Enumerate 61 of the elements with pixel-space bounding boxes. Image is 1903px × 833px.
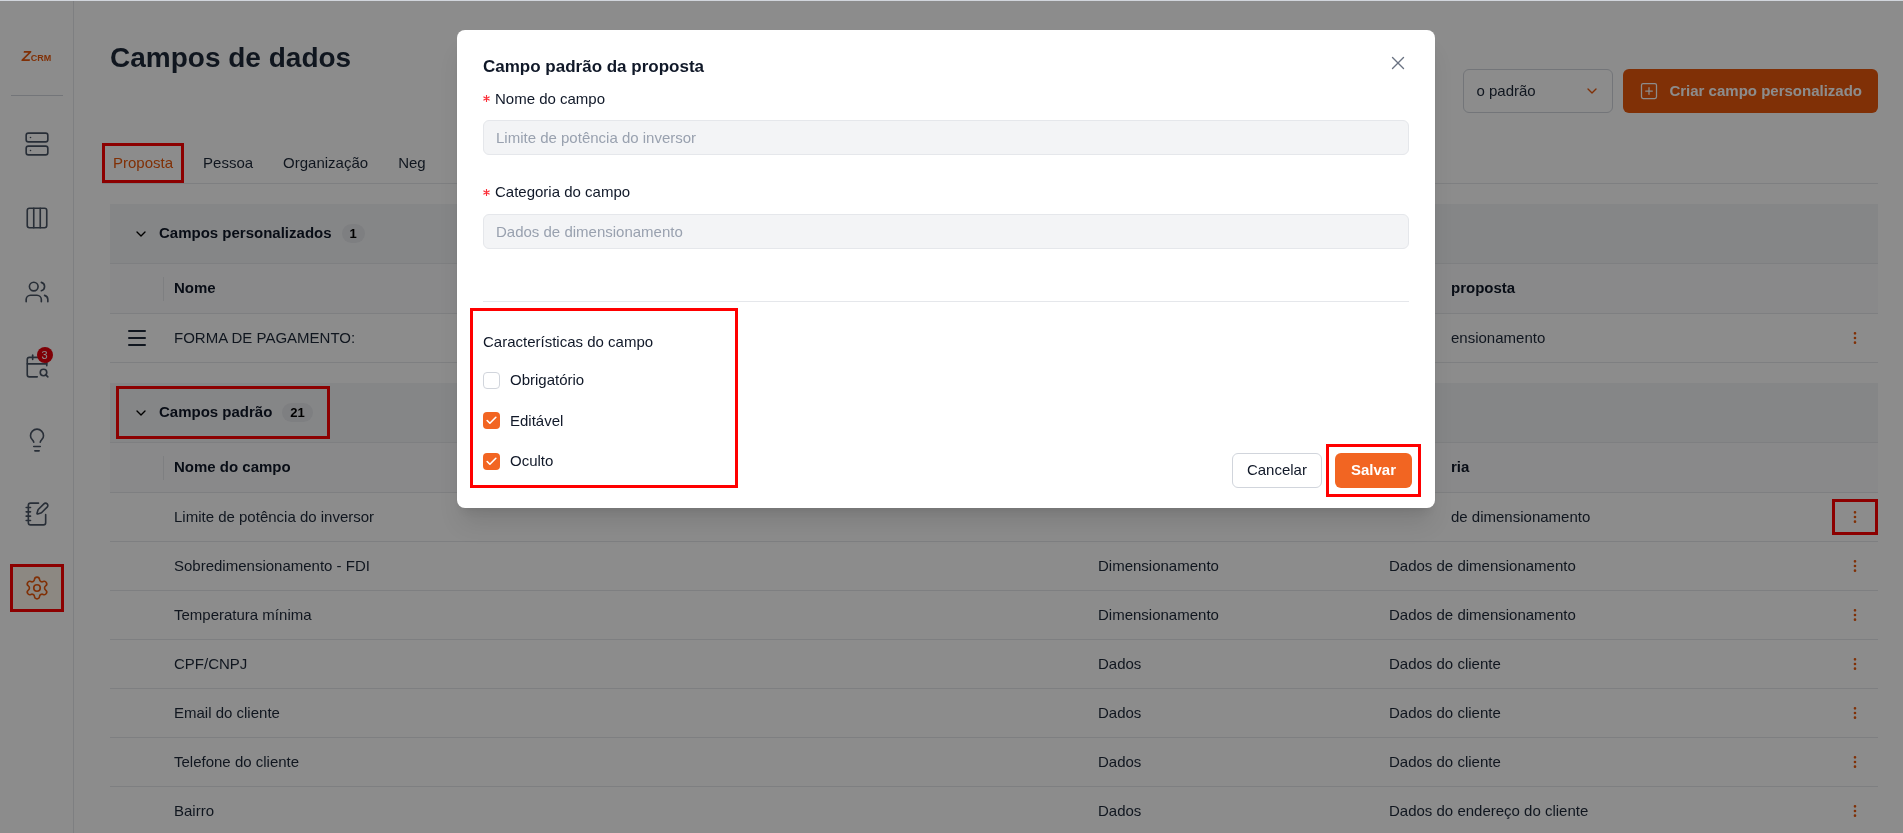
dialog-title: Campo padrão da proposta [483, 56, 705, 78]
table-cell: Dimensionamento [1098, 556, 1219, 574]
count-badge: 1 [341, 223, 365, 244]
settings-icon [23, 575, 50, 601]
stack-icon [23, 131, 50, 157]
table-cell: Dados do cliente [1389, 752, 1501, 770]
table-cell: Dados do cliente [1389, 654, 1501, 672]
column-header: proposta [1451, 279, 1516, 297]
check-icon [485, 454, 498, 468]
tab[interactable]: Neg [387, 143, 437, 183]
tab[interactable]: Pessoa [192, 143, 265, 183]
nav-item[interactable]: 3 [9, 342, 64, 390]
column-header: Nome [174, 279, 216, 297]
select-field[interactable]: o padrão [1463, 69, 1614, 113]
table-cell: CPF/CNPJ [174, 654, 248, 672]
users-icon [23, 279, 50, 305]
page-title: Campos de dados [110, 41, 352, 75]
plus-icon [1639, 81, 1660, 101]
section-title: Campos padrão [159, 402, 273, 423]
table-cell: Dados [1098, 654, 1142, 672]
nav-item[interactable] [9, 564, 64, 612]
logo: ZCRM [21, 46, 52, 63]
table-cell: Temperatura mínima [174, 605, 312, 623]
checkbox[interactable] [483, 412, 500, 430]
tab[interactable]: Proposta [102, 143, 185, 183]
table-cell: Sobredimensionamento - FDI [174, 556, 370, 574]
table-cell: Telefone do cliente [174, 752, 300, 770]
note-icon [23, 501, 50, 527]
tab[interactable]: Organização [272, 143, 380, 183]
checkbox-label: Oculto [510, 451, 554, 471]
table-cell: Dados de dimensionamento [1389, 556, 1576, 574]
table-cell: Dados de dimensionamento [1389, 605, 1576, 623]
table-cell: Dimensionamento [1098, 605, 1219, 623]
column-header: ria [1451, 458, 1470, 476]
table-cell: ensionamento [1451, 328, 1546, 346]
calendar-search-icon [23, 353, 50, 379]
field-label: Categoria do campo [495, 182, 631, 202]
more-button[interactable] [1832, 499, 1878, 535]
section-title: Campos personalizados [159, 223, 332, 244]
columns-icon [23, 205, 50, 231]
column-header: Nome do campo [174, 458, 291, 476]
notification-badge: 3 [36, 347, 53, 363]
table-cell: Dados [1098, 752, 1142, 770]
checkbox[interactable] [483, 371, 500, 389]
cancel-button[interactable]: Cancelar [1231, 452, 1322, 488]
table-cell: Dados do cliente [1389, 703, 1501, 721]
field-label: Nome do campo [495, 88, 606, 109]
table-cell: Bairro [174, 801, 214, 819]
count-badge: 21 [282, 402, 313, 423]
save-button[interactable]: Salvar [1334, 452, 1412, 488]
table-cell: Dados do endereço do cliente [1389, 801, 1589, 819]
table-cell: Dados [1098, 801, 1142, 819]
table-cell: FORMA DE PAGAMENTO: [174, 328, 356, 346]
table-cell: Dados [1098, 703, 1142, 721]
table-cell: Email do cliente [174, 703, 280, 721]
checkbox[interactable] [483, 452, 500, 470]
table-cell: de dimensionamento [1451, 507, 1591, 525]
checkbox-label: Obrigatório [510, 370, 585, 390]
group-title: Características do campo [483, 331, 655, 352]
checkbox-label: Editável [510, 410, 564, 431]
table-cell: Limite de potência do inversor [174, 507, 375, 525]
